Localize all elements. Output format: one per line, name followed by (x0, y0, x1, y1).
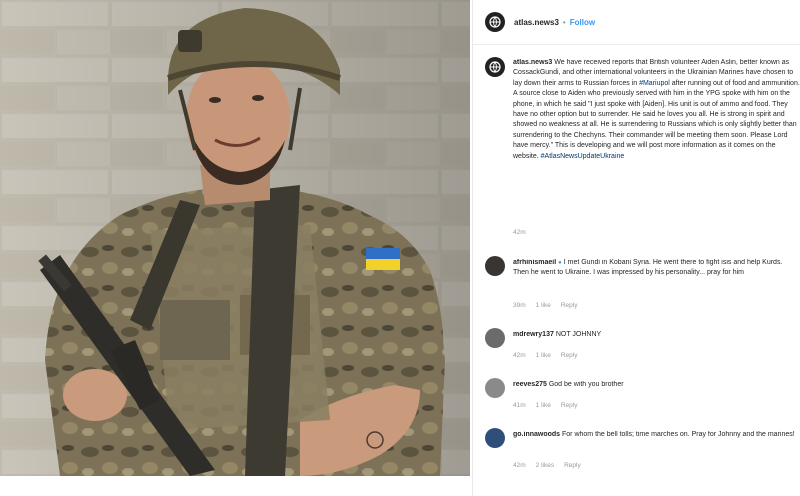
comment-body: NOT JOHNNY (555, 331, 602, 338)
comment-likes[interactable]: 2 likes (536, 462, 554, 469)
verified-badge-icon: ● (558, 260, 562, 266)
hashtag-mariupol[interactable]: #Mariupol (639, 80, 670, 87)
comment-text: mdrewry137 NOT JOHNNY (513, 330, 798, 340)
author-username[interactable]: atlas.news3 (514, 18, 559, 27)
comment-likes[interactable]: 1 like (536, 352, 551, 359)
post-photo (0, 0, 470, 476)
comment-reply-button[interactable]: Reply (561, 402, 578, 409)
caption-username[interactable]: atlas.news3 (513, 59, 552, 66)
comment-text: go.innawoods For whom the bell tolls; ti… (513, 430, 798, 440)
comment-age: 42m (513, 462, 526, 469)
comment-likes[interactable]: 1 like (536, 302, 551, 309)
comment-age: 42m (513, 352, 526, 359)
comment-reply-button[interactable]: Reply (564, 462, 581, 469)
comment-meta: 41m 1 like Reply (513, 402, 577, 409)
globe-icon (489, 16, 501, 28)
comment-meta: 42m 2 likes Reply (513, 462, 581, 469)
soldier-photo-image (0, 0, 470, 476)
globe-icon (489, 61, 501, 73)
caption-author-avatar[interactable] (485, 57, 505, 77)
commenter-username[interactable]: afrhinismaeil (513, 259, 556, 266)
commenter-username[interactable]: mdrewry137 (513, 331, 554, 338)
comment-text: afrhinismaeil ● I met Gundi in Kobani Sy… (513, 258, 798, 279)
commenter-avatar[interactable] (485, 328, 505, 348)
commenter-username[interactable]: reeves275 (513, 381, 547, 388)
comment-reply-button[interactable]: Reply (561, 302, 578, 309)
separator-dot: • (562, 17, 566, 27)
caption-age: 42m (513, 229, 526, 236)
post-header: atlas.news3 • Follow (473, 0, 800, 45)
comment-meta: 42m 1 like Reply (513, 352, 577, 359)
comment-likes[interactable]: 1 like (536, 402, 551, 409)
commenter-avatar[interactable] (485, 256, 505, 276)
commenter-username[interactable]: go.innawoods (513, 431, 560, 438)
post-side-panel: atlas.news3 • Follow atlas.news3 We have… (472, 0, 800, 496)
follow-button[interactable]: Follow (570, 18, 595, 27)
comment-text: reeves275 God be with you brother (513, 380, 798, 390)
commenter-avatar[interactable] (485, 428, 505, 448)
caption-body-continued: after running out of food and ammunition… (513, 79, 800, 160)
comment-body: For whom the bell tolls; time marches on… (562, 431, 795, 438)
comment-meta: 39m 1 like Reply (513, 302, 577, 309)
commenter-avatar[interactable] (485, 378, 505, 398)
comment-body: God be with you brother (548, 381, 624, 388)
hashtag-atlas-news-update[interactable]: #AtlasNewsUpdateUkraine (541, 153, 625, 160)
author-avatar[interactable] (485, 12, 505, 32)
comment-reply-button[interactable]: Reply (561, 352, 578, 359)
comment-age: 41m (513, 402, 526, 409)
caption-text: atlas.news3 We have received reports tha… (513, 58, 800, 162)
comment-age: 39m (513, 302, 526, 309)
